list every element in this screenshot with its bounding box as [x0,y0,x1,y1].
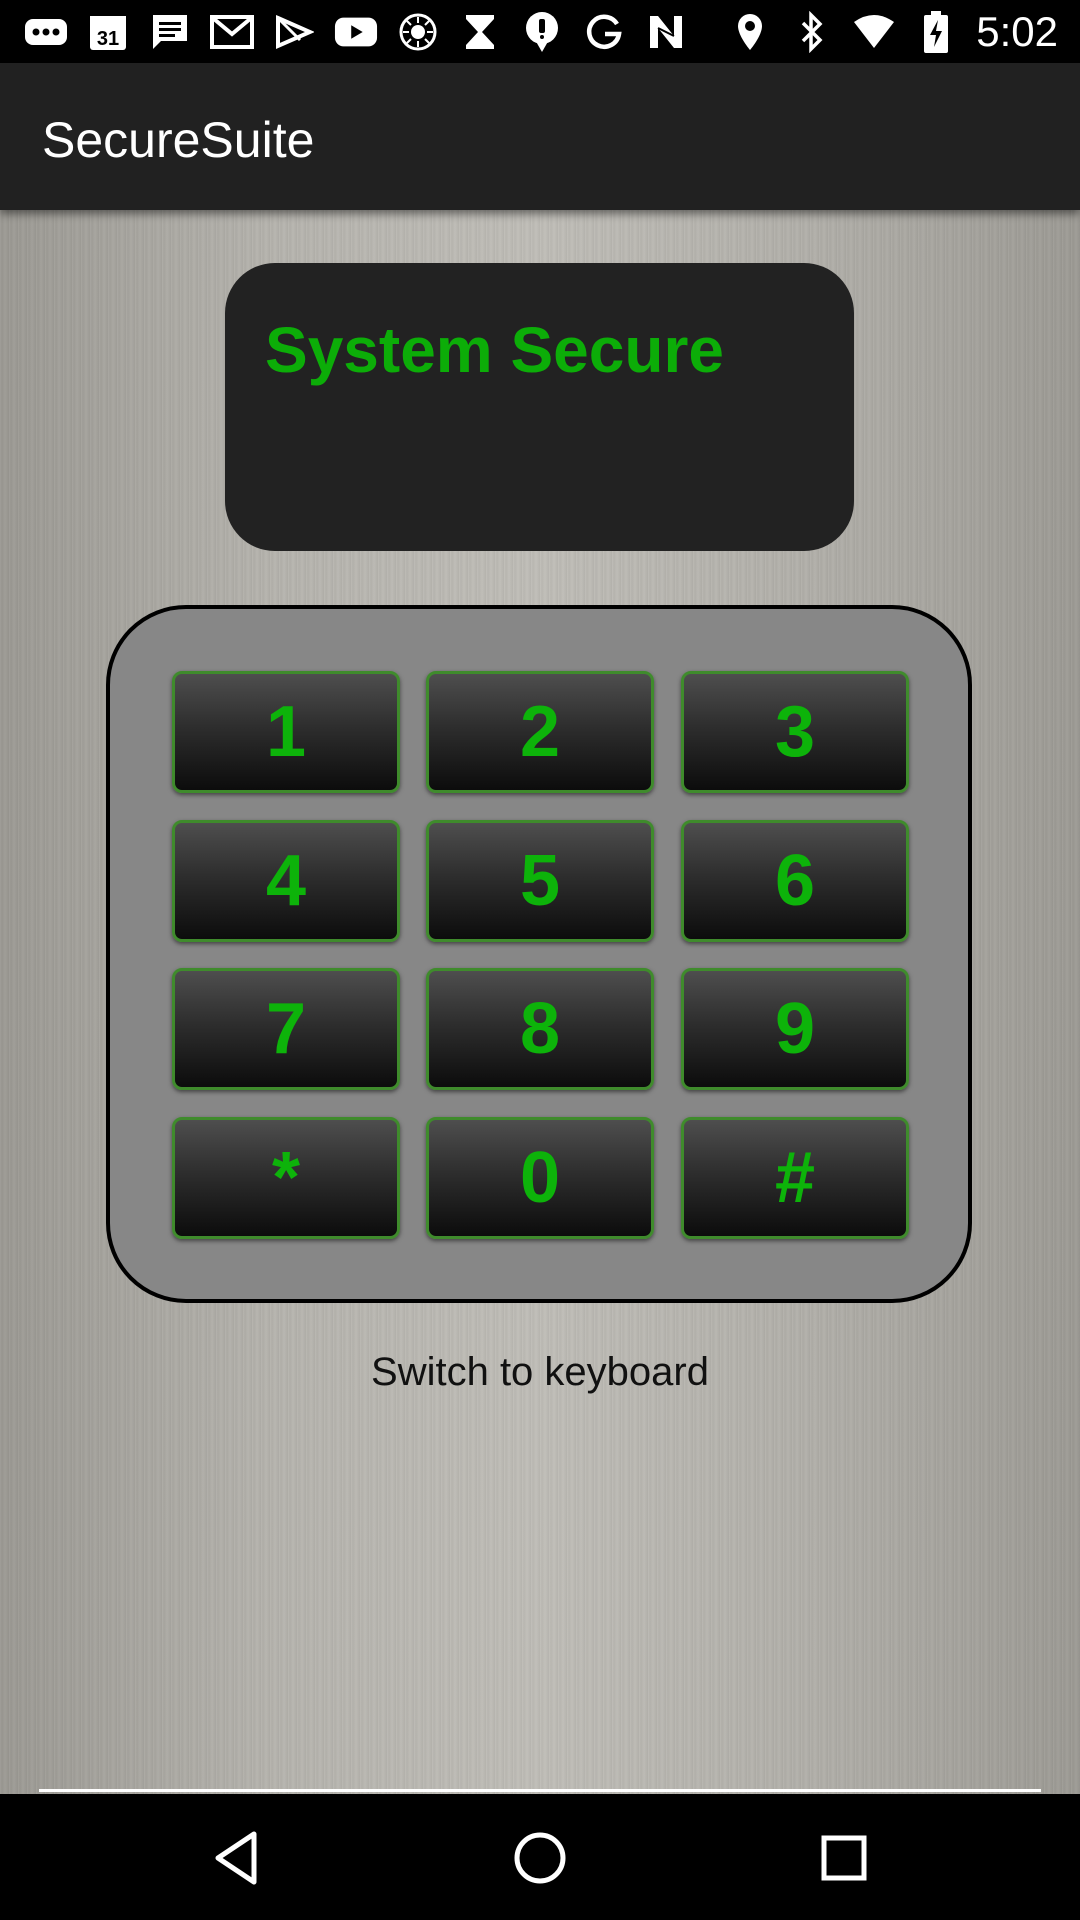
bluetooth-icon [790,10,834,53]
youtube-icon [334,12,378,52]
security-status-text: System Secure [265,314,724,386]
key-5[interactable]: 5 [426,820,654,942]
recents-icon[interactable] [812,1826,876,1890]
n-icon [644,12,688,52]
wifi-icon [852,12,896,52]
location-pin-icon [520,11,564,52]
keypad: 1 2 3 4 5 6 7 8 9 * 0 # [106,605,972,1303]
app-title: SecureSuite [42,112,315,168]
message-icon [148,12,192,52]
switch-to-keyboard-link[interactable]: Switch to keyboard [0,1350,1080,1395]
status-display: System Secure [225,263,854,551]
sun-icon [396,12,440,52]
key-2[interactable]: 2 [426,671,654,793]
divider [39,1789,1041,1792]
status-bar: 31 5:02 [0,0,1080,63]
key-0[interactable]: 0 [426,1117,654,1239]
hourglass-icon [458,12,502,52]
location-icon [728,12,772,52]
svg-text:31: 31 [97,28,119,50]
key-9[interactable]: 9 [681,968,909,1090]
key-1[interactable]: 1 [172,671,400,793]
calendar-icon: 31 [86,12,130,52]
app-bar: SecureSuite [0,63,1080,210]
navigation-bar [0,1794,1080,1920]
play-store-icon [272,12,316,52]
key-4[interactable]: 4 [172,820,400,942]
back-icon[interactable] [204,1826,268,1890]
more-icon [24,12,68,52]
gmail-icon [210,12,254,52]
key-8[interactable]: 8 [426,968,654,1090]
key-7[interactable]: 7 [172,968,400,1090]
key-hash[interactable]: # [681,1117,909,1239]
clock: 5:02 [976,7,1058,55]
google-icon [582,12,626,52]
key-6[interactable]: 6 [681,820,909,942]
home-icon[interactable] [508,1826,572,1890]
battery-icon [914,10,958,53]
key-star[interactable]: * [172,1117,400,1239]
key-3[interactable]: 3 [681,671,909,793]
